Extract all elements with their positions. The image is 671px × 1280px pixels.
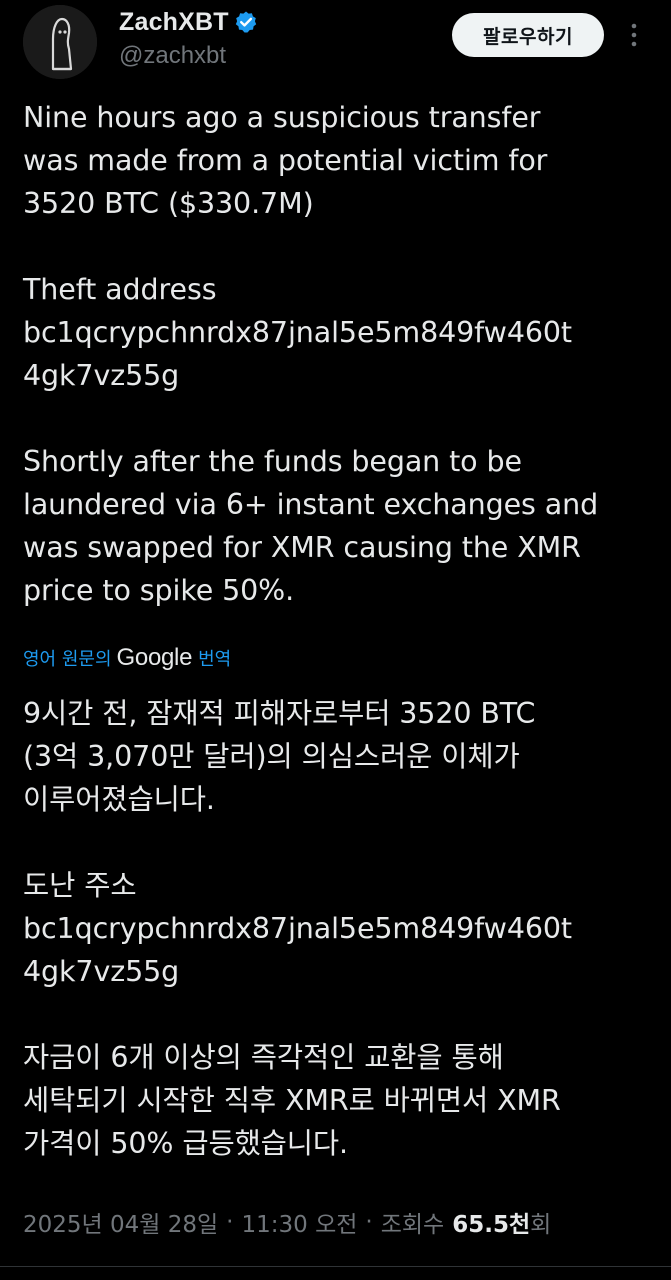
author-handle[interactable]: @zachxbt — [119, 42, 226, 70]
post-date[interactable]: 2025년 04월 28일 — [23, 1205, 218, 1239]
post-time[interactable]: 11:30 오전 — [241, 1205, 357, 1239]
author-avatar[interactable] — [23, 5, 97, 79]
views-count[interactable]: 65.5천 — [452, 1205, 530, 1239]
ghost-figure-avatar-icon — [23, 5, 97, 79]
post-meta: 2025년 04월 28일 · 11:30 오전 · 조회수 65.5천 회 — [23, 1202, 551, 1242]
meta-separator: · — [226, 1209, 234, 1235]
google-logo: Google — [116, 644, 193, 671]
translation-suffix[interactable]: 번역 — [198, 645, 231, 671]
verified-badge-icon — [234, 10, 258, 34]
author-name-row[interactable]: ZachXBT — [119, 6, 258, 38]
views-label: 조회수 — [380, 1212, 445, 1238]
translation-source-label[interactable]: 영어 원문의 — [23, 645, 112, 671]
post-header: ZachXBT @zachxbt 팔로우하기 — [0, 0, 671, 90]
author-display-name[interactable]: ZachXBT — [119, 8, 229, 37]
divider — [0, 1266, 671, 1267]
views-suffix: 회 — [530, 1212, 552, 1238]
meta-separator: · — [365, 1209, 373, 1235]
post-translated-text: 9시간 전, 잠재적 피해자로부터 3520 BTC (3억 3,070만 달러… — [23, 697, 572, 1160]
post-original-text: Nine hours ago a suspicious transfer was… — [23, 101, 599, 607]
translation-attribution[interactable]: 영어 원문의 Google 번역 — [23, 641, 231, 675]
follow-button[interactable]: 팔로우하기 — [452, 13, 604, 57]
vertical-ellipsis-icon[interactable] — [620, 18, 648, 52]
